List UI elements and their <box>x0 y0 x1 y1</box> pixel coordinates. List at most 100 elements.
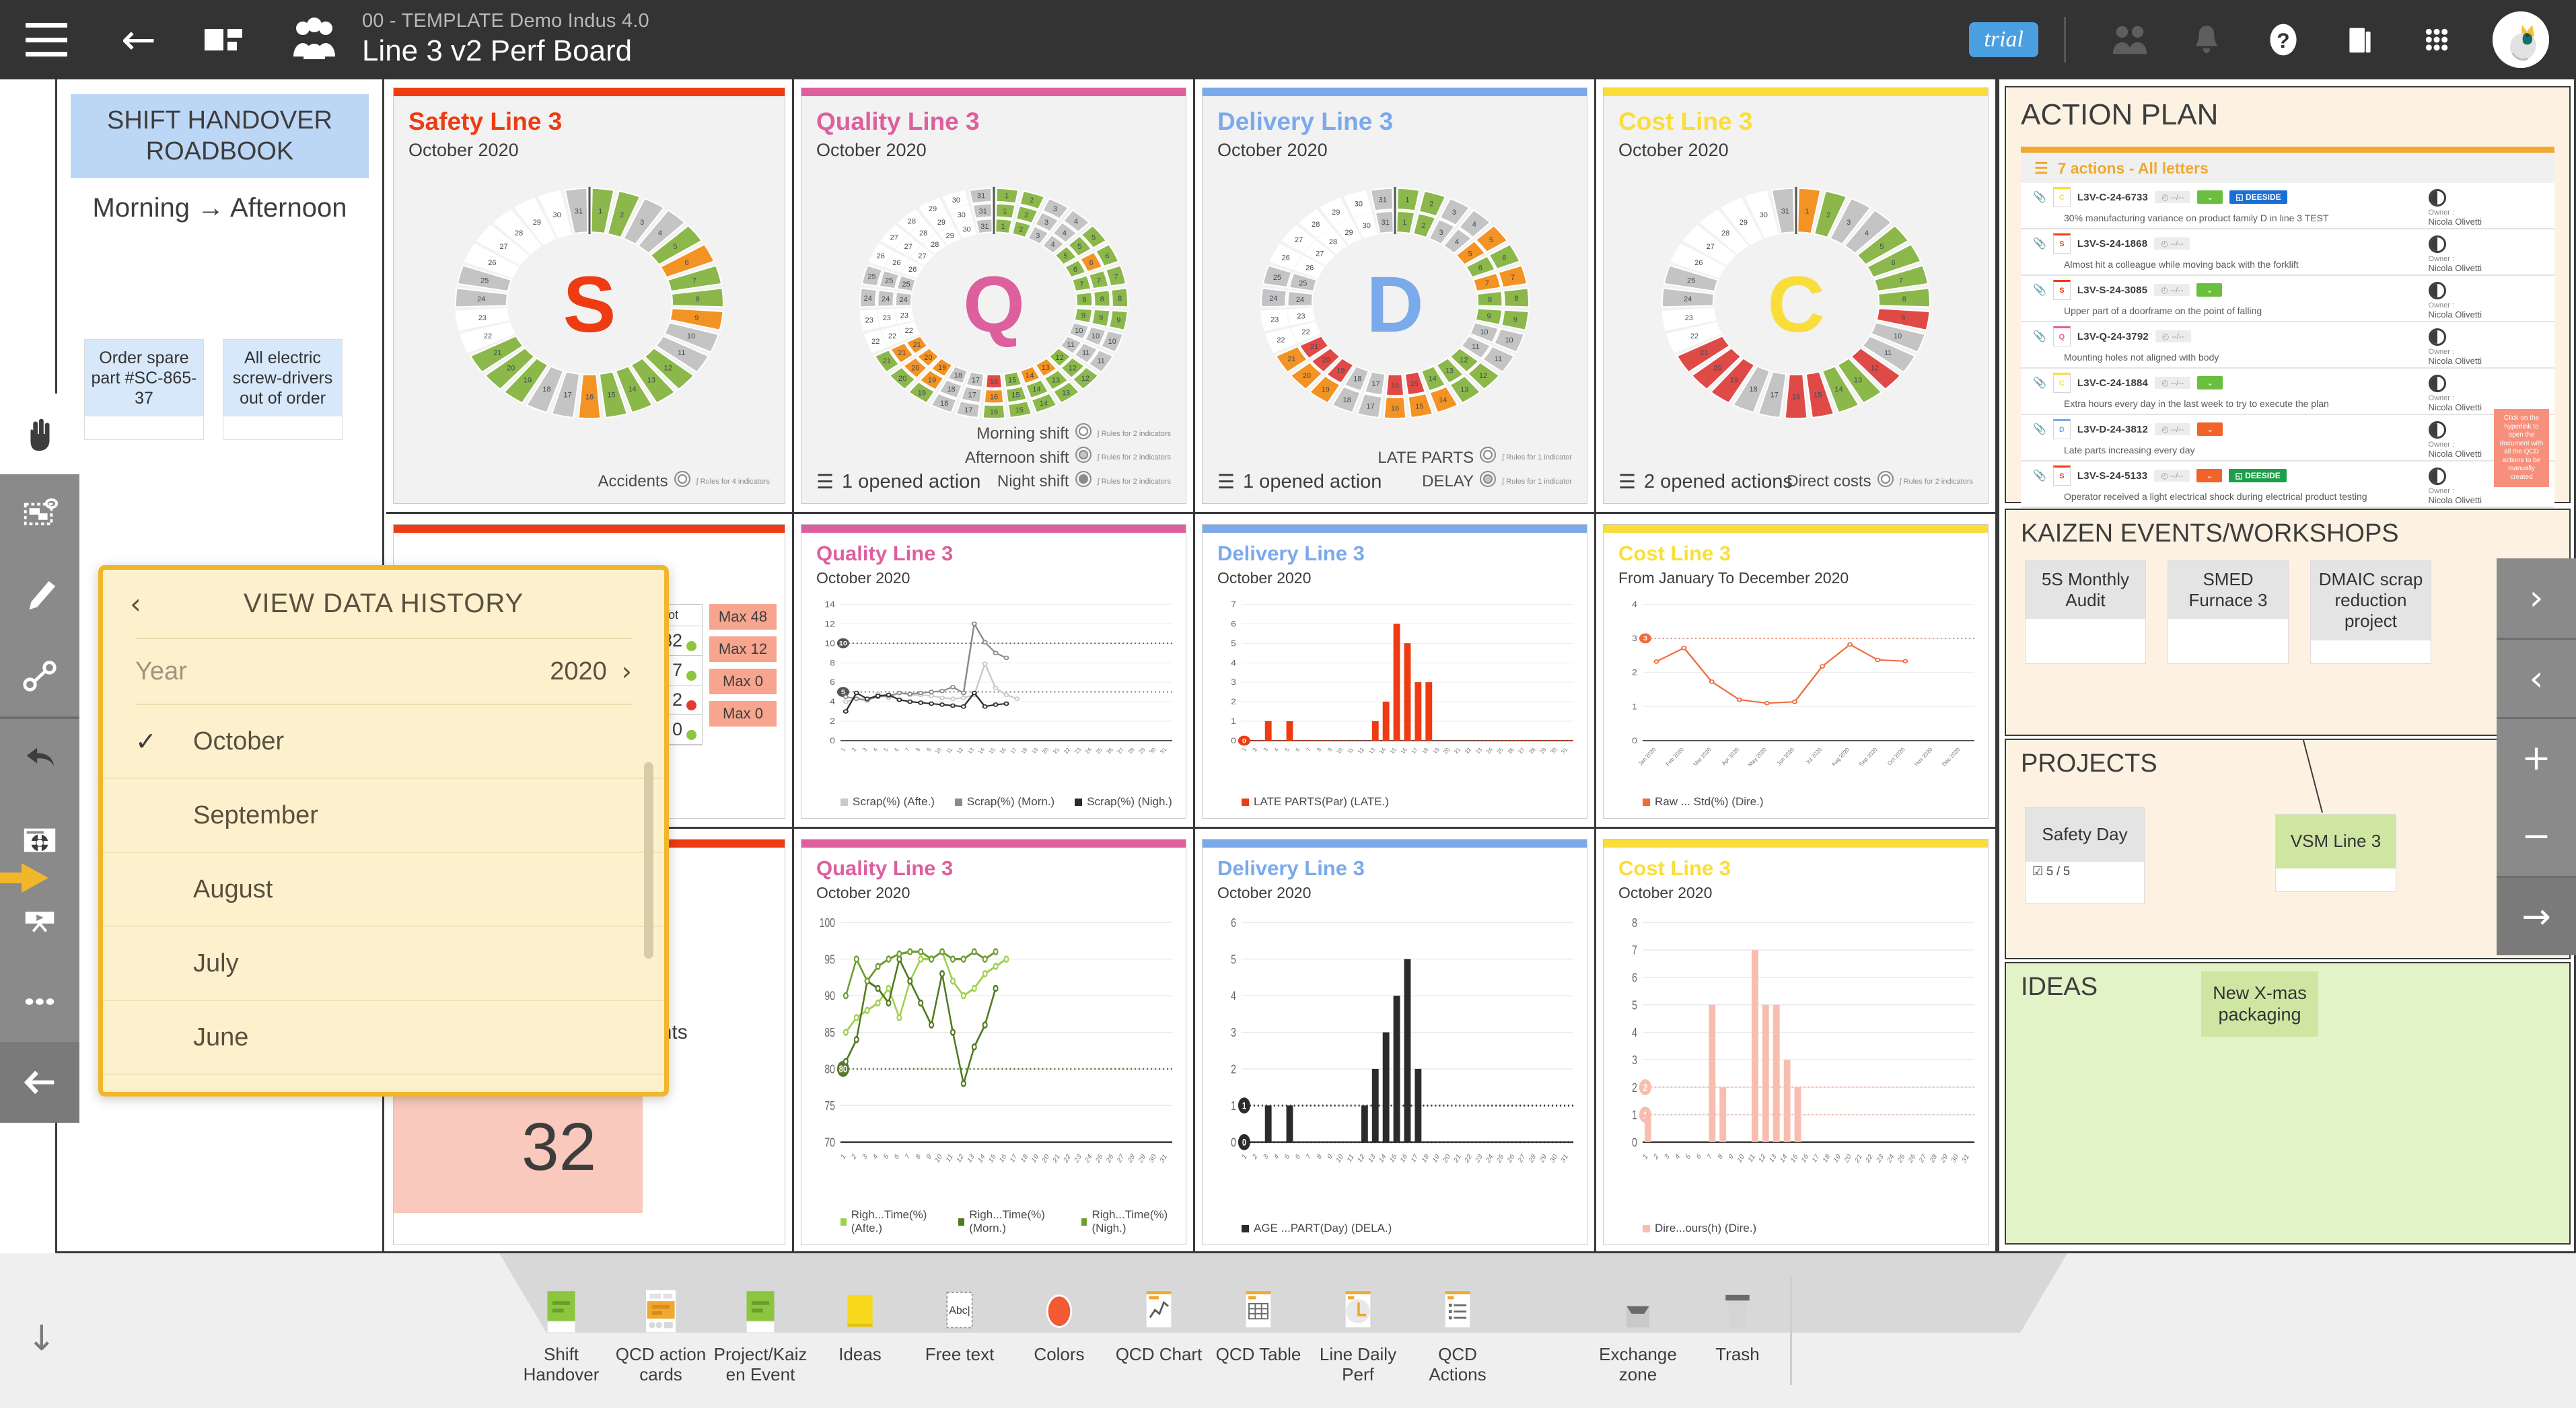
table-row[interactable]: 📎 S L3V-S-24-3085 ◴ --/-- ⌄ Upper part of a d… <box>2021 276 2554 322</box>
tool-qcd-action-cards[interactable]: QCD action cards <box>611 1263 711 1385</box>
zoom-out-button[interactable]: − <box>2497 796 2576 876</box>
chart-quality-righttime[interactable]: 70 75 80 85 90 95 100 80 1 2 3 4 5 6 7 8 9 10 11 12 13 14 15 16… <box>806 914 1182 1239</box>
month-item[interactable]: May <box>103 1075 664 1092</box>
undo-tool[interactable] <box>0 719 79 800</box>
tool-qcd-actions[interactable]: QCD Actions <box>1408 1263 1507 1385</box>
tool-project-kaizen[interactable]: Project/Kaiz en Event <box>711 1263 810 1385</box>
layout-icon[interactable] <box>204 25 242 54</box>
month-item[interactable]: August <box>103 853 664 927</box>
members-icon[interactable] <box>2091 13 2168 67</box>
tool-trash[interactable]: Trash <box>1688 1263 1787 1365</box>
qcd-card[interactable]: Quality Line 3 October 2020 1 2 3 4 5 6 7 8 9 10 11 1… <box>801 87 1186 504</box>
more-tool[interactable] <box>0 961 79 1042</box>
chart-cost-rawstd[interactable]: 0 1 2 3 4 3 Jan 2020 Feb 2020 Mar 2020 Apr 2020 Ma… <box>1608 599 1984 813</box>
action-status-chip[interactable]: ⌄ <box>2196 469 2223 482</box>
help-icon[interactable]: ? <box>2245 13 2322 67</box>
qcd-card[interactable]: Safety Line 3 October 2020 1 2 3 4 5 6 7 8 9 10 11 12… <box>393 87 785 504</box>
table-row[interactable]: 📎 C L3V-C-24-6733 ◴ --/-- ⌄ ◱ DEESIDE 30% manu… <box>2021 183 2554 229</box>
qcd-card[interactable]: Delivery Line 3 October 2020 0 1 2 3 4 5 6 7 0 1 2 3 4… <box>1202 524 1587 819</box>
qcd-card[interactable]: Quality Line 3 October 2020 70 75 80 85 90 95 10… <box>801 839 1186 1245</box>
table-row[interactable]: 📎 Q L3V-Q-24-3792 ◴ --/-- Mounting holes not… <box>2021 322 2554 369</box>
handover-note[interactable]: Order spare part #SC-865-37 <box>84 338 204 440</box>
month-item[interactable]: July <box>103 927 664 1001</box>
scrollbar[interactable] <box>644 762 653 959</box>
qcd-donut-chart[interactable]: 1 2 3 4 5 6 7 8 9 10 11 12 13 14 15 16 17 18 19 20 21 22 23 24 2… <box>394 169 785 456</box>
tool-qcd-chart[interactable]: QCD Chart <box>1109 1263 1209 1365</box>
hamburger-icon[interactable] <box>26 23 67 57</box>
avatar[interactable] <box>2493 11 2549 68</box>
bell-icon[interactable] <box>2168 13 2245 67</box>
chart-cost-directhours[interactable]: 0123456782112345678910111213141516171819… <box>1608 914 1984 1239</box>
collapse-down-icon[interactable]: ↓ <box>27 1319 57 1359</box>
collapse-tool[interactable] <box>0 1042 79 1123</box>
tool-exchange-zone[interactable]: Exchange zone <box>1588 1263 1688 1385</box>
card-subtitle: October 2020 <box>1217 139 1328 160</box>
paperclip-icon: 📎 <box>2033 424 2046 435</box>
idea-card[interactable]: New X-mas packaging <box>2201 971 2318 1037</box>
tool-line-daily-perf[interactable]: Line Daily Perf <box>1308 1263 1408 1385</box>
action-status-chip[interactable]: ⌄ <box>2197 422 2223 436</box>
project-card-safety-day[interactable]: Safety Day ☑ 5 / 5 <box>2025 807 2145 903</box>
nav-prev-button[interactable]: ‹ <box>2497 638 2576 717</box>
pointer-tool[interactable] <box>0 394 79 474</box>
table-row[interactable]: 📎 D L3V-D-24-3812 ◴ --/-- ⌄ Late parts increa… <box>2021 415 2554 461</box>
pen-tool[interactable] <box>0 555 79 636</box>
trial-badge[interactable]: trial <box>1969 22 2038 57</box>
kaizen-card[interactable]: 5S Monthly Audit <box>2025 560 2146 664</box>
kaizen-card[interactable]: SMED Furnace 3 <box>2168 560 2289 664</box>
month-item[interactable]: June <box>103 1001 664 1075</box>
chart-quality-scrap[interactable]: 0 2 4 6 8 10 12 14 10 5 1 2 3 4 5 6 7 8 9 10 11 12 13 14 15 16 17 1… <box>806 599 1182 813</box>
chart-delivery-lateparts[interactable]: 0 1 2 3 4 5 6 7 0 1 2 3 4 5 6 7 8 9 10 11 12 13 14 15 16 17 18 19 20… <box>1207 599 1583 813</box>
card-subtitle: October 2020 <box>816 139 927 160</box>
opened-actions-label[interactable]: ☰ 1 opened action <box>1217 470 1382 494</box>
doc-icon[interactable] <box>2322 13 2398 67</box>
svg-text:15: 15 <box>1007 376 1015 384</box>
qcd-card[interactable]: Cost Line 3 October 2020 1 2 3 4 5 6 7 8 9 10 11 12 13… <box>1603 87 1989 504</box>
qcd-card[interactable]: Delivery Line 3 October 2020 1 2 3 4 5 6 7 8 9 10 11… <box>1202 87 1587 504</box>
action-status-chip[interactable]: ⌄ <box>2197 190 2223 204</box>
svg-text:27: 27 <box>1517 1152 1526 1165</box>
tool-ideas[interactable]: Ideas <box>810 1263 910 1365</box>
qcd-donut-chart[interactable]: 1 2 3 4 5 6 7 8 9 10 11 12 13 14 15 16 17 18 19 20 21 22 23 24 2… <box>1604 169 1988 456</box>
apps-grid-icon[interactable] <box>2398 13 2475 67</box>
table-row[interactable]: 📎 S L3V-S-24-5133 ◴ --/-- ⌄ ◱ DEESIDE Operator… <box>2021 461 2554 508</box>
qcd-card[interactable]: Cost Line 3October 202001234567821123456… <box>1603 839 1989 1245</box>
tool-shift-handover[interactable]: Shift Handover <box>511 1263 611 1385</box>
qcd-card[interactable]: Cost Line 3 From January To December 2020… <box>1603 524 1989 819</box>
svg-text:30: 30 <box>1354 200 1362 209</box>
qcd-card[interactable]: Quality Line 3 October 2020 0 2 4 6 8 10 12 14 10 5… <box>801 524 1186 819</box>
kaizen-card[interactable]: DMAIC scrap reduction project <box>2310 560 2431 664</box>
action-status-chip[interactable]: ⌄ <box>2196 283 2223 297</box>
qcd-donut-chart[interactable]: 1 2 3 4 5 6 7 8 9 10 11 12 13 14 15 16 17 18 19 20 21 22 23 24 2… <box>1203 169 1587 456</box>
action-status-chip[interactable]: ⌄ <box>2197 376 2223 390</box>
action-plan-sticky-note[interactable]: Click on the hyperlink to open the docum… <box>2494 409 2549 487</box>
action-site-badge[interactable]: ◱ DEESIDE <box>2229 469 2287 482</box>
tool-free-text[interactable]: Abc| Free text <box>910 1263 1009 1365</box>
nav-forward-button[interactable]: → <box>2497 876 2576 955</box>
chart-delivery-delay[interactable]: 0 1 2 3 4 5 6 1 0 1 2 3 4 5 6 7 8 9 10 11 12 13 14 15 16 17 18 19 20… <box>1207 914 1583 1239</box>
shift-handover-card[interactable]: SHIFT HANDOVER ROADBOOK Morning → Aftern… <box>71 94 369 440</box>
back-icon[interactable]: ‹ <box>130 587 141 620</box>
project-card-vsm[interactable]: VSM Line 3 <box>2275 814 2396 892</box>
opened-actions-label[interactable]: ☰ 2 opened actions <box>1618 470 1793 494</box>
qcd-card[interactable]: Delivery Line 3 October 2020 0 1 2 3 4 5 6 1 0 1 2 3 4… <box>1202 839 1587 1245</box>
zoom-in-button[interactable]: + <box>2497 717 2576 796</box>
select-tool[interactable] <box>0 474 79 555</box>
month-item[interactable]: September <box>103 779 664 853</box>
svg-text:29: 29 <box>937 219 945 227</box>
month-item[interactable]: ✓ October <box>103 705 664 779</box>
back-arrow-icon[interactable]: ← <box>121 19 156 61</box>
table-row[interactable]: 📎 S L3V-S-24-1868 ◴ --/-- Almost hit a colle… <box>2021 229 2554 276</box>
action-site-badge[interactable]: ◱ DEESIDE <box>2229 190 2287 204</box>
table-row[interactable]: 📎 C L3V-C-24-1884 ◴ --/-- ⌄ Extra hours every… <box>2021 369 2554 415</box>
chevron-right-icon[interactable]: › <box>622 657 632 686</box>
view-data-history-dropdown[interactable]: ‹ VIEW DATA HISTORY Year 2020 › ✓ October… <box>98 565 669 1097</box>
link-tool[interactable] <box>0 636 79 716</box>
tool-colors[interactable]: Colors <box>1009 1263 1109 1365</box>
nav-next-button[interactable]: › <box>2497 558 2576 638</box>
opened-actions-label[interactable]: ☰ 1 opened action <box>816 470 980 494</box>
tool-qcd-table[interactable]: QCD Table <box>1209 1263 1308 1365</box>
year-row[interactable]: Year 2020 › <box>103 639 664 704</box>
qcd-donut-chart[interactable]: 1 2 3 4 5 6 7 8 9 10 11 12 13 14 15 16 17 18 19 20 21 22 23 24 2… <box>801 169 1186 456</box>
handover-note[interactable]: All electric screw-drivers out of order <box>223 338 343 440</box>
